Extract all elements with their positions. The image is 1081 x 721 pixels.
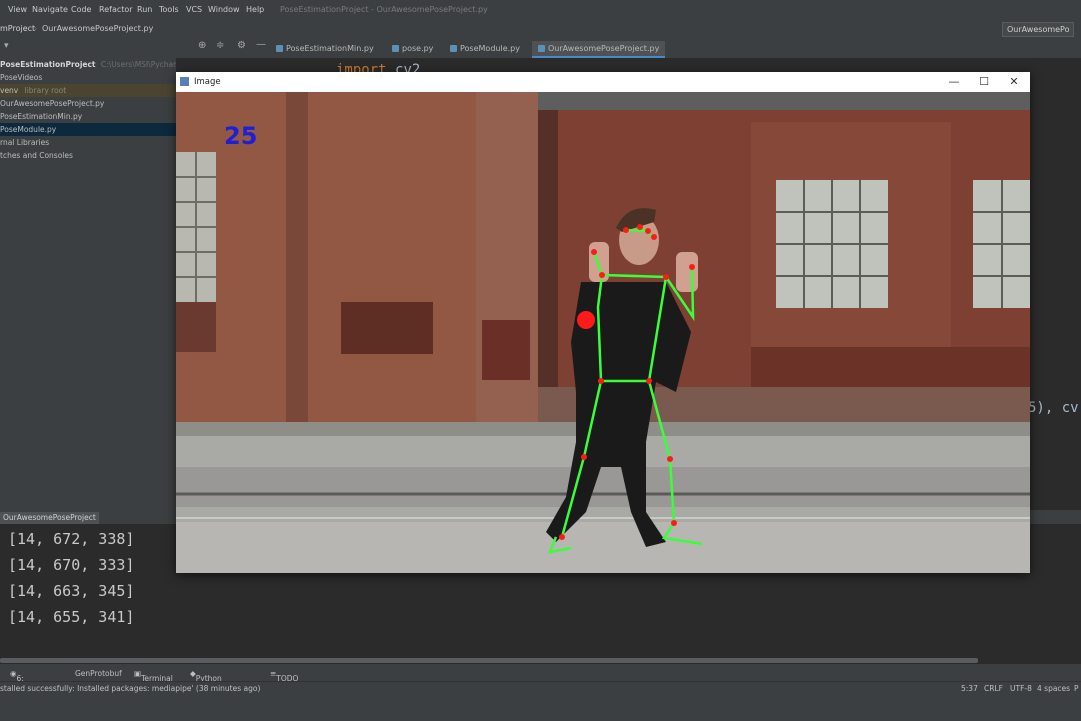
caret-position[interactable]: 5:37 — [961, 684, 978, 693]
menu-view[interactable]: View — [8, 5, 27, 14]
tab-pose[interactable]: pose.py — [386, 41, 439, 56]
video-frame-image — [176, 92, 1030, 573]
menu-window[interactable]: Window — [208, 5, 240, 14]
fps-counter: 25 — [224, 122, 258, 150]
horizontal-scrollbar[interactable] — [0, 658, 978, 663]
breadcrumb-project[interactable]: mProject — [0, 24, 35, 33]
menu-code[interactable]: Code — [71, 5, 91, 14]
run-tab[interactable]: OurAwesomePoseProject — [0, 512, 99, 524]
hide-icon[interactable]: — — [256, 39, 266, 50]
python-file-icon — [392, 45, 399, 52]
image-window: Image — ☐ ✕ 25 — [176, 72, 1030, 573]
problems-tool-button[interactable]: ◉ 6: Problems — [10, 669, 51, 692]
project-panel: PoseEstimationProject C:\Users\MSI\Pycha… — [0, 58, 176, 510]
todo-tool-button[interactable]: ≡ TODO — [270, 669, 298, 683]
status-message[interactable]: stalled successfully: Installed packages… — [0, 684, 260, 693]
tree-item-ourawesomeposeproject[interactable]: OurAwesomePoseProject.py — [0, 97, 176, 110]
genprotobuf-tool-button[interactable]: GenProtobuf — [75, 669, 122, 678]
window-title: PoseEstimationProject - OurAwesomePosePr… — [280, 5, 488, 14]
menu-tools[interactable]: Tools — [159, 5, 179, 14]
python-file-icon — [450, 45, 457, 52]
menu-bar: View Navigate Code Refactor Run Tools VC… — [0, 0, 1081, 20]
navigation-bar: mProject › OurAwesomePoseProject.py OurA… — [0, 20, 1081, 39]
python-file-icon — [276, 45, 283, 52]
run-config-select[interactable]: OurAwesomePo — [1002, 22, 1075, 37]
editor-tab-bar: ▾ ⊕ ≑ ⚙ — PoseEstimationMin.py pose.py P… — [0, 38, 1081, 59]
terminal-tool-button[interactable]: ▣ Terminal — [134, 669, 173, 683]
python-file-icon — [538, 45, 545, 52]
minimize-button[interactable]: — — [940, 74, 968, 90]
breadcrumb-file[interactable]: OurAwesomePoseProject.py — [42, 24, 153, 33]
video-frame: 25 — [176, 92, 1030, 573]
maximize-button[interactable]: ☐ — [970, 74, 998, 90]
code-fragment: 5), cv — [1028, 400, 1079, 416]
tab-pose-module[interactable]: PoseModule.py — [444, 41, 526, 56]
tree-item-external-libraries[interactable]: rnal Libraries — [0, 136, 176, 149]
tab-our-awesome-pose-project[interactable]: OurAwesomePoseProject.py — [532, 41, 666, 58]
tree-item-venv[interactable]: venv library root — [0, 84, 176, 97]
menu-help[interactable]: Help — [246, 5, 264, 14]
collapse-icon[interactable]: ≑ — [216, 40, 224, 51]
close-button[interactable]: ✕ — [1000, 74, 1028, 90]
console-line: [14, 672, 338] — [8, 530, 135, 548]
bottom-tool-bar: ◉ 6: Problems GenProtobuf ▣ Terminal ◆ P… — [0, 664, 1081, 692]
window-app-icon — [180, 77, 189, 86]
file-encoding[interactable]: UTF-8 — [1010, 684, 1032, 693]
tree-item-poseestimationmin[interactable]: PoseEstimationMin.py — [0, 110, 176, 123]
gear-icon[interactable]: ⚙ — [237, 40, 246, 51]
console-line: [14, 663, 345] — [8, 582, 135, 600]
interpreter-indicator[interactable]: P — [1074, 684, 1079, 693]
menu-run[interactable]: Run — [137, 5, 152, 14]
breadcrumb-separator: › — [34, 24, 38, 33]
menu-refactor[interactable]: Refactor — [99, 5, 133, 14]
console-line: [14, 670, 333] — [8, 556, 135, 574]
image-window-title: Image — [194, 77, 221, 87]
tree-item-posevideos[interactable]: PoseVideos — [0, 71, 176, 84]
console-line: [14, 655, 341] — [8, 608, 135, 626]
menu-vcs[interactable]: VCS — [186, 5, 202, 14]
locate-icon[interactable]: ⊕ — [198, 40, 206, 51]
menu-navigate[interactable]: Navigate — [32, 5, 68, 14]
project-dropdown-icon[interactable]: ▾ — [4, 41, 9, 51]
line-separator[interactable]: CRLF — [984, 684, 1003, 693]
image-window-titlebar[interactable]: Image — ☐ ✕ — [176, 72, 1030, 92]
tree-item-posemodule[interactable]: PoseModule.py — [0, 123, 176, 136]
status-bar: stalled successfully: Installed packages… — [0, 681, 1081, 721]
tracked-point-marker — [577, 311, 595, 329]
tab-pose-estimation-min[interactable]: PoseEstimationMin.py — [270, 41, 380, 56]
indent-setting[interactable]: 4 spaces — [1037, 684, 1070, 693]
tree-item-scratches[interactable]: tches and Consoles — [0, 149, 176, 162]
python-console-tool-button[interactable]: ◆ Python Console — [190, 669, 226, 692]
tree-root[interactable]: PoseEstimationProject C:\Users\MSI\Pycha… — [0, 58, 176, 71]
